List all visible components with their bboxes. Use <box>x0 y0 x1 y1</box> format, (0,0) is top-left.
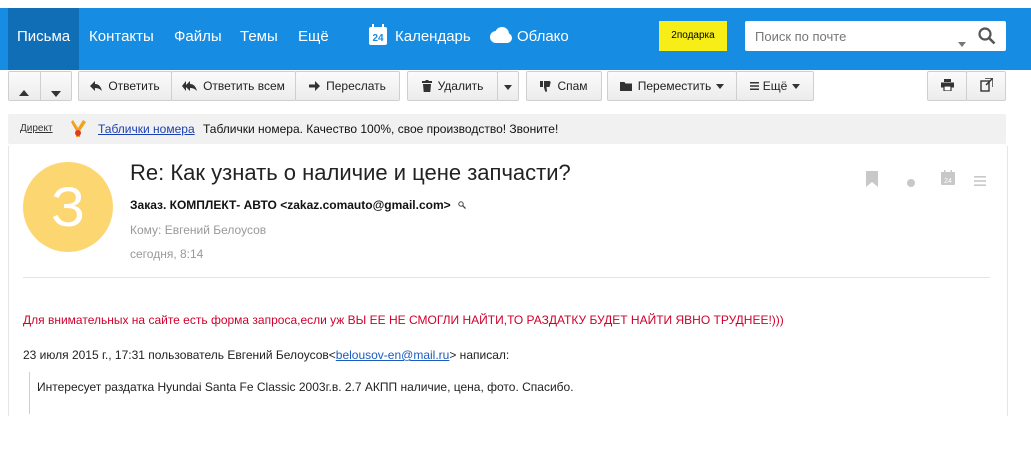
message-date: сегодня, 8:14 <box>130 247 204 261</box>
forward-arrow-icon <box>309 81 321 91</box>
avatar: З <box>23 162 113 252</box>
sender-search-icon[interactable] <box>458 198 466 212</box>
quoted-text: Интересует раздатка Hyundai Santa Fe Cla… <box>37 380 574 394</box>
search-dropdown-arrow-icon[interactable] <box>958 34 966 52</box>
nav-item-calendar[interactable]: Календарь <box>395 28 471 45</box>
search-input[interactable] <box>755 21 945 51</box>
more-actions-label: Ещё <box>762 79 788 93</box>
trash-icon <box>421 80 432 92</box>
move-label: Переместить <box>637 79 712 93</box>
search-box <box>745 21 1006 51</box>
nav-item-cloud[interactable]: Облако <box>517 28 569 45</box>
sender-address: Заказ. КОМПЛЕКТ- АВТО <zakaz.comauto@gma… <box>130 198 451 212</box>
printer-icon <box>940 78 954 94</box>
prev-message-up-icon[interactable] <box>19 83 29 101</box>
forward-button[interactable]: Переслать <box>295 71 400 101</box>
message-recipient: Кому: Евгений Белоусов <box>130 223 267 237</box>
folder-icon <box>619 81 632 91</box>
reply-all-label: Ответить всем <box>203 79 285 93</box>
quote-header-suffix: > написал: <box>449 348 510 362</box>
read-status-dot-icon[interactable] <box>907 174 915 192</box>
nav-item-files[interactable]: Файлы <box>174 28 222 45</box>
reply-all-icon <box>182 81 198 91</box>
open-in-window-button[interactable] <box>966 71 1006 101</box>
move-button[interactable]: Переместить <box>607 71 737 101</box>
move-chevron-down-icon <box>716 83 725 89</box>
bookmark-icon[interactable] <box>866 171 878 192</box>
toolbar-divider <box>40 72 41 100</box>
quote-header-prefix: 23 июля 2015 г., 17:31 пользователь Евге… <box>23 348 336 362</box>
nav-item-more[interactable]: Ещё <box>298 28 329 45</box>
ad-logo-icon <box>71 120 86 142</box>
spam-label: Спам <box>557 79 588 93</box>
calendar-small-icon-day: 24 <box>944 178 952 185</box>
reply-button[interactable]: Ответить <box>78 71 172 101</box>
reply-icon <box>90 81 103 91</box>
message-subject: Re: Как узнать о наличие и цене запчасти… <box>130 160 571 185</box>
spam-button[interactable]: Спам <box>526 71 602 101</box>
chevron-down-icon <box>504 79 512 93</box>
more-chevron-down-icon <box>792 83 801 89</box>
menu-icon[interactable] <box>974 173 986 191</box>
print-button[interactable] <box>927 71 967 101</box>
message-sender[interactable]: Заказ. КОМПЛЕКТ- АВТО <zakaz.comauto@gma… <box>130 198 466 212</box>
calendar-icon[interactable]: 24 <box>368 24 388 46</box>
forward-label: Переслать <box>326 79 386 93</box>
delete-button[interactable]: Удалить <box>407 71 498 101</box>
avatar-letter: З <box>51 175 85 238</box>
reply-all-button[interactable]: Ответить всем <box>171 71 296 101</box>
delete-dropdown-button[interactable] <box>497 71 519 101</box>
list-icon <box>749 82 759 90</box>
header-divider <box>23 277 990 278</box>
cloud-icon[interactable] <box>488 26 512 44</box>
direct-label[interactable]: Директ <box>20 123 53 134</box>
quote-bar <box>29 372 30 414</box>
quote-email-link[interactable]: belousov-en@mail.ru <box>336 348 450 362</box>
message-card <box>8 146 1008 416</box>
expand-window-icon <box>979 76 994 95</box>
direct-ad-link[interactable]: Таблички номера <box>98 122 195 136</box>
direct-ad-text: Таблички номера. Качество 100%, свое про… <box>203 122 559 136</box>
top-white-strip <box>0 0 1031 8</box>
calendar-icon-day: 24 <box>372 33 384 44</box>
message-body-text: Для внимательных на сайте есть форма зап… <box>23 313 784 327</box>
nav-item-letters[interactable]: Письма <box>17 28 70 45</box>
thumbs-down-icon <box>540 80 552 92</box>
next-message-down-icon[interactable] <box>51 84 61 102</box>
calendar-small-icon[interactable]: 24 <box>941 170 955 190</box>
delete-label: Удалить <box>437 79 484 93</box>
nav-item-themes[interactable]: Темы <box>240 28 278 45</box>
direct-ad-banner: Директ Таблички номера Таблички номера. … <box>8 114 1006 144</box>
more-actions-button[interactable]: Ещё <box>736 71 814 101</box>
search-icon[interactable] <box>978 27 996 50</box>
quote-header: 23 июля 2015 г., 17:31 пользователь Евге… <box>23 348 509 362</box>
gift-button[interactable]: 2подарка <box>659 21 727 51</box>
nav-item-contacts[interactable]: Контакты <box>89 28 154 45</box>
reply-label: Ответить <box>108 79 160 93</box>
